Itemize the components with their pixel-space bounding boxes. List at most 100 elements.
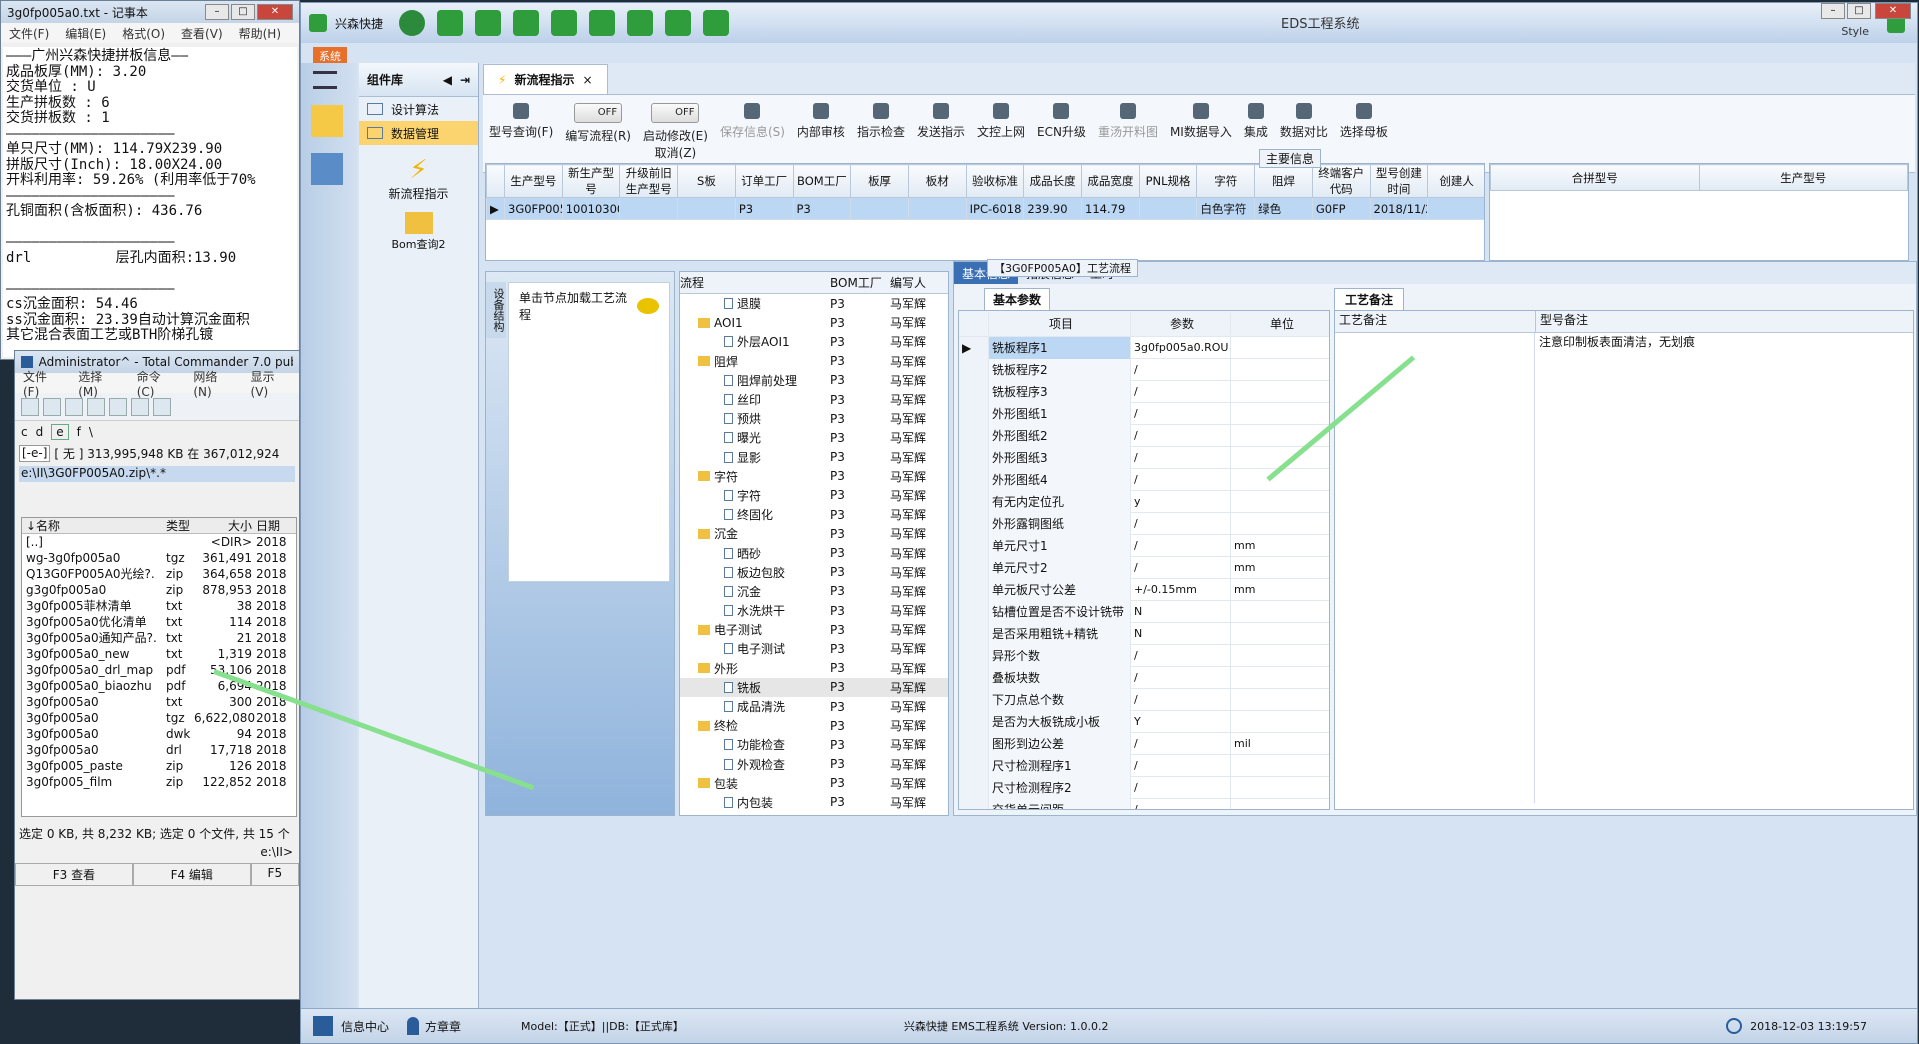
tc-menu-select[interactable]: 选择(M) (70, 368, 129, 399)
maximize-button[interactable]: □ (231, 4, 255, 20)
prop-row[interactable]: 是否采用粗铣+精铣 N (959, 623, 1329, 645)
drive-select[interactable]: [-e-] (19, 445, 51, 462)
drive-f[interactable]: f (77, 425, 81, 439)
main-cell[interactable]: P3 (792, 197, 852, 220)
user-icon[interactable] (665, 10, 692, 36)
prop-row[interactable]: 下刀点总个数 / (959, 689, 1329, 711)
drive-net[interactable]: \ (89, 425, 93, 439)
prop-value[interactable]: / (1131, 557, 1231, 579)
col-flow[interactable]: 流程 (680, 274, 830, 291)
style-label[interactable]: Style (1841, 25, 1869, 38)
prop-value[interactable]: / (1131, 513, 1231, 535)
brief-view-icon[interactable] (43, 397, 61, 416)
tree-node[interactable]: 阻焊P3马军辉酒佳 (680, 352, 948, 371)
col-unit[interactable]: 单位 (1231, 313, 1329, 335)
main-col[interactable]: BOM工厂 (792, 164, 852, 198)
eds-close-button[interactable]: ✕ (1875, 3, 1911, 19)
pin-icon[interactable]: ⇥ (460, 73, 470, 87)
tc-file-list[interactable]: ↓名称 类型 大小 日期 [..] <DIR> 2018 wg-3g0fp005a0 t… (21, 517, 297, 817)
file-row[interactable]: 3g0fp005a0_new txt 1,319 2018 (22, 646, 296, 662)
tree-node[interactable]: 电子测试 P3 马军辉 (680, 620, 948, 639)
tree-node[interactable]: 退膜P3马军辉酒佳 (680, 294, 948, 313)
prop-value[interactable]: / (1131, 535, 1231, 557)
prop-value[interactable]: Y (1131, 711, 1231, 733)
ribbon-button-8[interactable]: ECN升级 (1031, 97, 1092, 140)
basic-params-tab[interactable]: 基本参数 (984, 288, 1051, 311)
scissors-icon[interactable] (513, 10, 540, 36)
tool-new-flow[interactable]: ⚡ 新流程指示 (359, 155, 478, 202)
main-col[interactable]: 验收标准 (965, 164, 1025, 198)
ribbon-button-7[interactable]: 文控上网 (971, 97, 1031, 140)
pack-icon[interactable] (109, 397, 127, 416)
col-writer[interactable]: 编写人 (890, 274, 948, 291)
tc-menu-net[interactable]: 网络(N) (185, 368, 242, 399)
ribbon-button-4[interactable]: 内部审核 (791, 97, 851, 140)
eds-minimize-button[interactable]: – (1821, 3, 1845, 19)
f5-copy-button[interactable]: F5 (250, 863, 299, 886)
main-col[interactable]: 阻焊 (1254, 164, 1313, 198)
component-item-data[interactable]: 数据管理 (359, 121, 478, 145)
file-row[interactable]: 3g0fp005菲林清单 txt 38 2018 (22, 598, 296, 614)
f3-view-button[interactable]: F3 查看 (15, 863, 133, 886)
calculator-icon[interactable] (311, 153, 343, 185)
main-cell[interactable] (1138, 197, 1198, 220)
tree-node[interactable]: 曝光P3马军辉酒佳 (680, 428, 948, 447)
main-col[interactable]: 字符 (1196, 164, 1256, 198)
tree-node[interactable]: 沉金P3马军辉酒佳 (680, 582, 948, 601)
prop-value[interactable]: / (1131, 799, 1231, 809)
close-tab-icon[interactable]: × (582, 73, 592, 87)
main-col[interactable]: 终端客户代码 (1311, 164, 1371, 198)
ribbon-button-10[interactable]: MI数据导入 (1164, 97, 1238, 140)
prop-row[interactable]: 异形个数 / (959, 645, 1329, 667)
file-row[interactable]: g3g0fp005a0 zip 878,953 2018 (22, 582, 296, 598)
prop-row[interactable]: 是否为大板铣成小板 Y (959, 711, 1329, 733)
tc-path[interactable]: e:\II\3G0FP005A0.zip\*.* (19, 466, 295, 482)
collapse-left-icon[interactable]: ◀ (443, 73, 452, 87)
tree-node[interactable]: 外层AOI1P3马军辉酒佳 (680, 332, 948, 351)
component-item-algorithm[interactable]: 设计算法 (359, 97, 478, 121)
main-col[interactable]: 型号创建时间 (1369, 164, 1429, 198)
yx-module-icon[interactable] (311, 105, 343, 137)
prop-row[interactable]: ▶ 铣板程序1 3g0fp005a0.ROU (959, 337, 1329, 359)
tree-node[interactable]: 内包装P3马军辉酒佳 (680, 793, 948, 812)
main-cell[interactable] (850, 197, 909, 220)
prop-value[interactable]: / (1131, 381, 1231, 403)
main-cell[interactable]: 239.90 (1023, 197, 1083, 220)
toggle-switch[interactable]: OFF (651, 103, 700, 123)
eds-maximize-button[interactable]: □ (1847, 3, 1871, 19)
ribbon-button-2[interactable]: OFF 启动修改(E) 取消(Z) (637, 97, 714, 161)
ribbon-button-5[interactable]: 指示检查 (851, 97, 911, 140)
tree-node[interactable]: 成品清洗P3马军辉酒佳 (680, 697, 948, 716)
menu-file[interactable]: 文件(F) (1, 25, 57, 42)
note-grid[interactable]: 工艺备注 型号备注 注意印制板表面清洁，无划痕 (1334, 310, 1914, 810)
col-size[interactable]: 大小 (194, 518, 256, 534)
search-icon[interactable] (399, 10, 426, 36)
ribbon-button-0[interactable]: 型号查询(F) (483, 97, 559, 140)
flow-tree[interactable]: 流程 BOM工厂 编写人 核 退膜P3马军辉酒佳AOI1P3马军辉酒佳外层AOI… (679, 271, 949, 816)
col-param[interactable]: 参数 (1131, 312, 1231, 335)
prop-value[interactable]: +/-0.15mm (1131, 579, 1231, 601)
tree-node[interactable]: 功能检查P3马军辉酒佳 (680, 735, 948, 754)
file-row[interactable]: Q13G0FP005A0光绘?. zip 364,658 2018 (22, 566, 296, 582)
tree-node[interactable]: 包装P3马军辉酒佳 (680, 774, 948, 793)
prop-value[interactable]: N (1131, 601, 1231, 623)
drive-c[interactable]: c (21, 425, 28, 439)
tree-node[interactable]: 板边包胶P3马军辉酒佳 (680, 563, 948, 582)
main-col[interactable]: 成品长度 (1023, 164, 1083, 198)
tree-node[interactable]: 电子测试 P3 马军辉 (680, 639, 948, 658)
prop-value[interactable]: / (1131, 667, 1231, 689)
tree-node[interactable]: 终固化P3马军辉酒佳 (680, 505, 948, 524)
main-col[interactable]: 板厚 (850, 164, 909, 198)
notepad-textarea[interactable]: ———广州兴森快捷拼板信息—— 成品板厚(MM): 3.20 交货单位 : U … (3, 47, 297, 357)
prop-row[interactable]: 交货单元间距 / (959, 799, 1329, 809)
model-note-value[interactable]: 注意印制板表面清洁，无划痕 (1535, 333, 1913, 803)
main-col[interactable]: 板材 (907, 164, 967, 198)
prop-value[interactable]: y (1131, 491, 1231, 513)
main-cell[interactable]: 114.79 (1081, 197, 1140, 220)
main-cell[interactable]: G0FP (1311, 197, 1371, 220)
prop-row[interactable]: 外形图纸2/ (959, 425, 1329, 447)
tree-node[interactable]: 显影P3马军辉酒佳 (680, 448, 948, 467)
prop-row[interactable]: 有无内定位孔 y (959, 491, 1329, 513)
tree-node[interactable]: 外观检查P3马军辉酒佳 (680, 755, 948, 774)
col-production-model[interactable]: 生产型号 (1698, 164, 1908, 191)
